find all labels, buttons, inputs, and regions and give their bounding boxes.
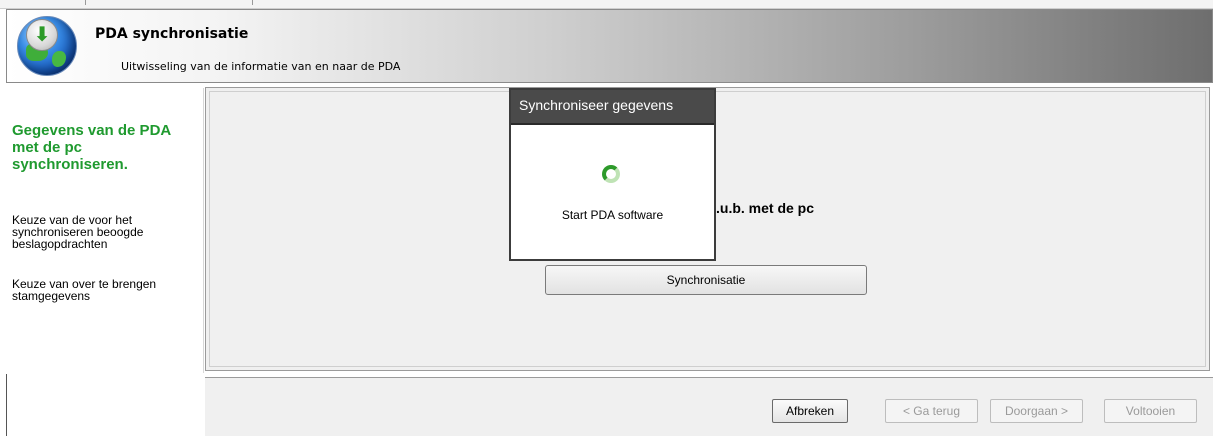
tab-divider: [252, 0, 253, 5]
page-title: PDA synchronisatie: [95, 26, 249, 42]
afbreken-button[interactable]: Afbreken: [772, 399, 848, 423]
globe-land-shape: [52, 51, 66, 67]
tab-divider: [85, 0, 86, 5]
sync-progress-dialog: Synchroniseer gegevens Start PDA softwar…: [509, 88, 716, 261]
sidebar-step-item: Keuze van over te brengen stamgegevens: [12, 277, 157, 303]
sidebar-step-item: Keuze van de voor het synchroniseren beo…: [12, 213, 144, 251]
finish-button[interactable]: Voltooien: [1104, 399, 1197, 423]
download-arrow-icon: ⬇: [26, 19, 58, 51]
connect-instruction-text: .u.b. met de pc: [716, 200, 815, 216]
sidebar-divider: [6, 374, 7, 436]
dialog-title-divider: [511, 123, 714, 125]
wizard-header: ⬇ PDA synchronisatie Uitwisseling van de…: [6, 9, 1213, 83]
next-button[interactable]: Doorgaan >: [990, 399, 1083, 423]
top-tab-strip: [0, 0, 1213, 9]
globe-sync-icon: ⬇: [17, 16, 77, 76]
synchronisatie-button[interactable]: Synchronisatie: [545, 265, 867, 295]
wizard-footer: Afbreken < Ga terug Doorgaan > Voltooien: [205, 378, 1213, 436]
wizard-sidebar: Gegevens van de PDA met de pc synchronis…: [6, 88, 204, 373]
page-subtitle: Uitwisseling van de informatie van en na…: [121, 60, 401, 73]
dialog-status-text: Start PDA software: [561, 208, 664, 222]
dialog-title: Synchroniseer gegevens: [511, 90, 714, 123]
sidebar-step-title: Gegevens van de PDA met de pc synchronis…: [12, 122, 172, 173]
loading-spinner-icon: [602, 165, 620, 183]
back-button[interactable]: < Ga terug: [885, 399, 978, 423]
